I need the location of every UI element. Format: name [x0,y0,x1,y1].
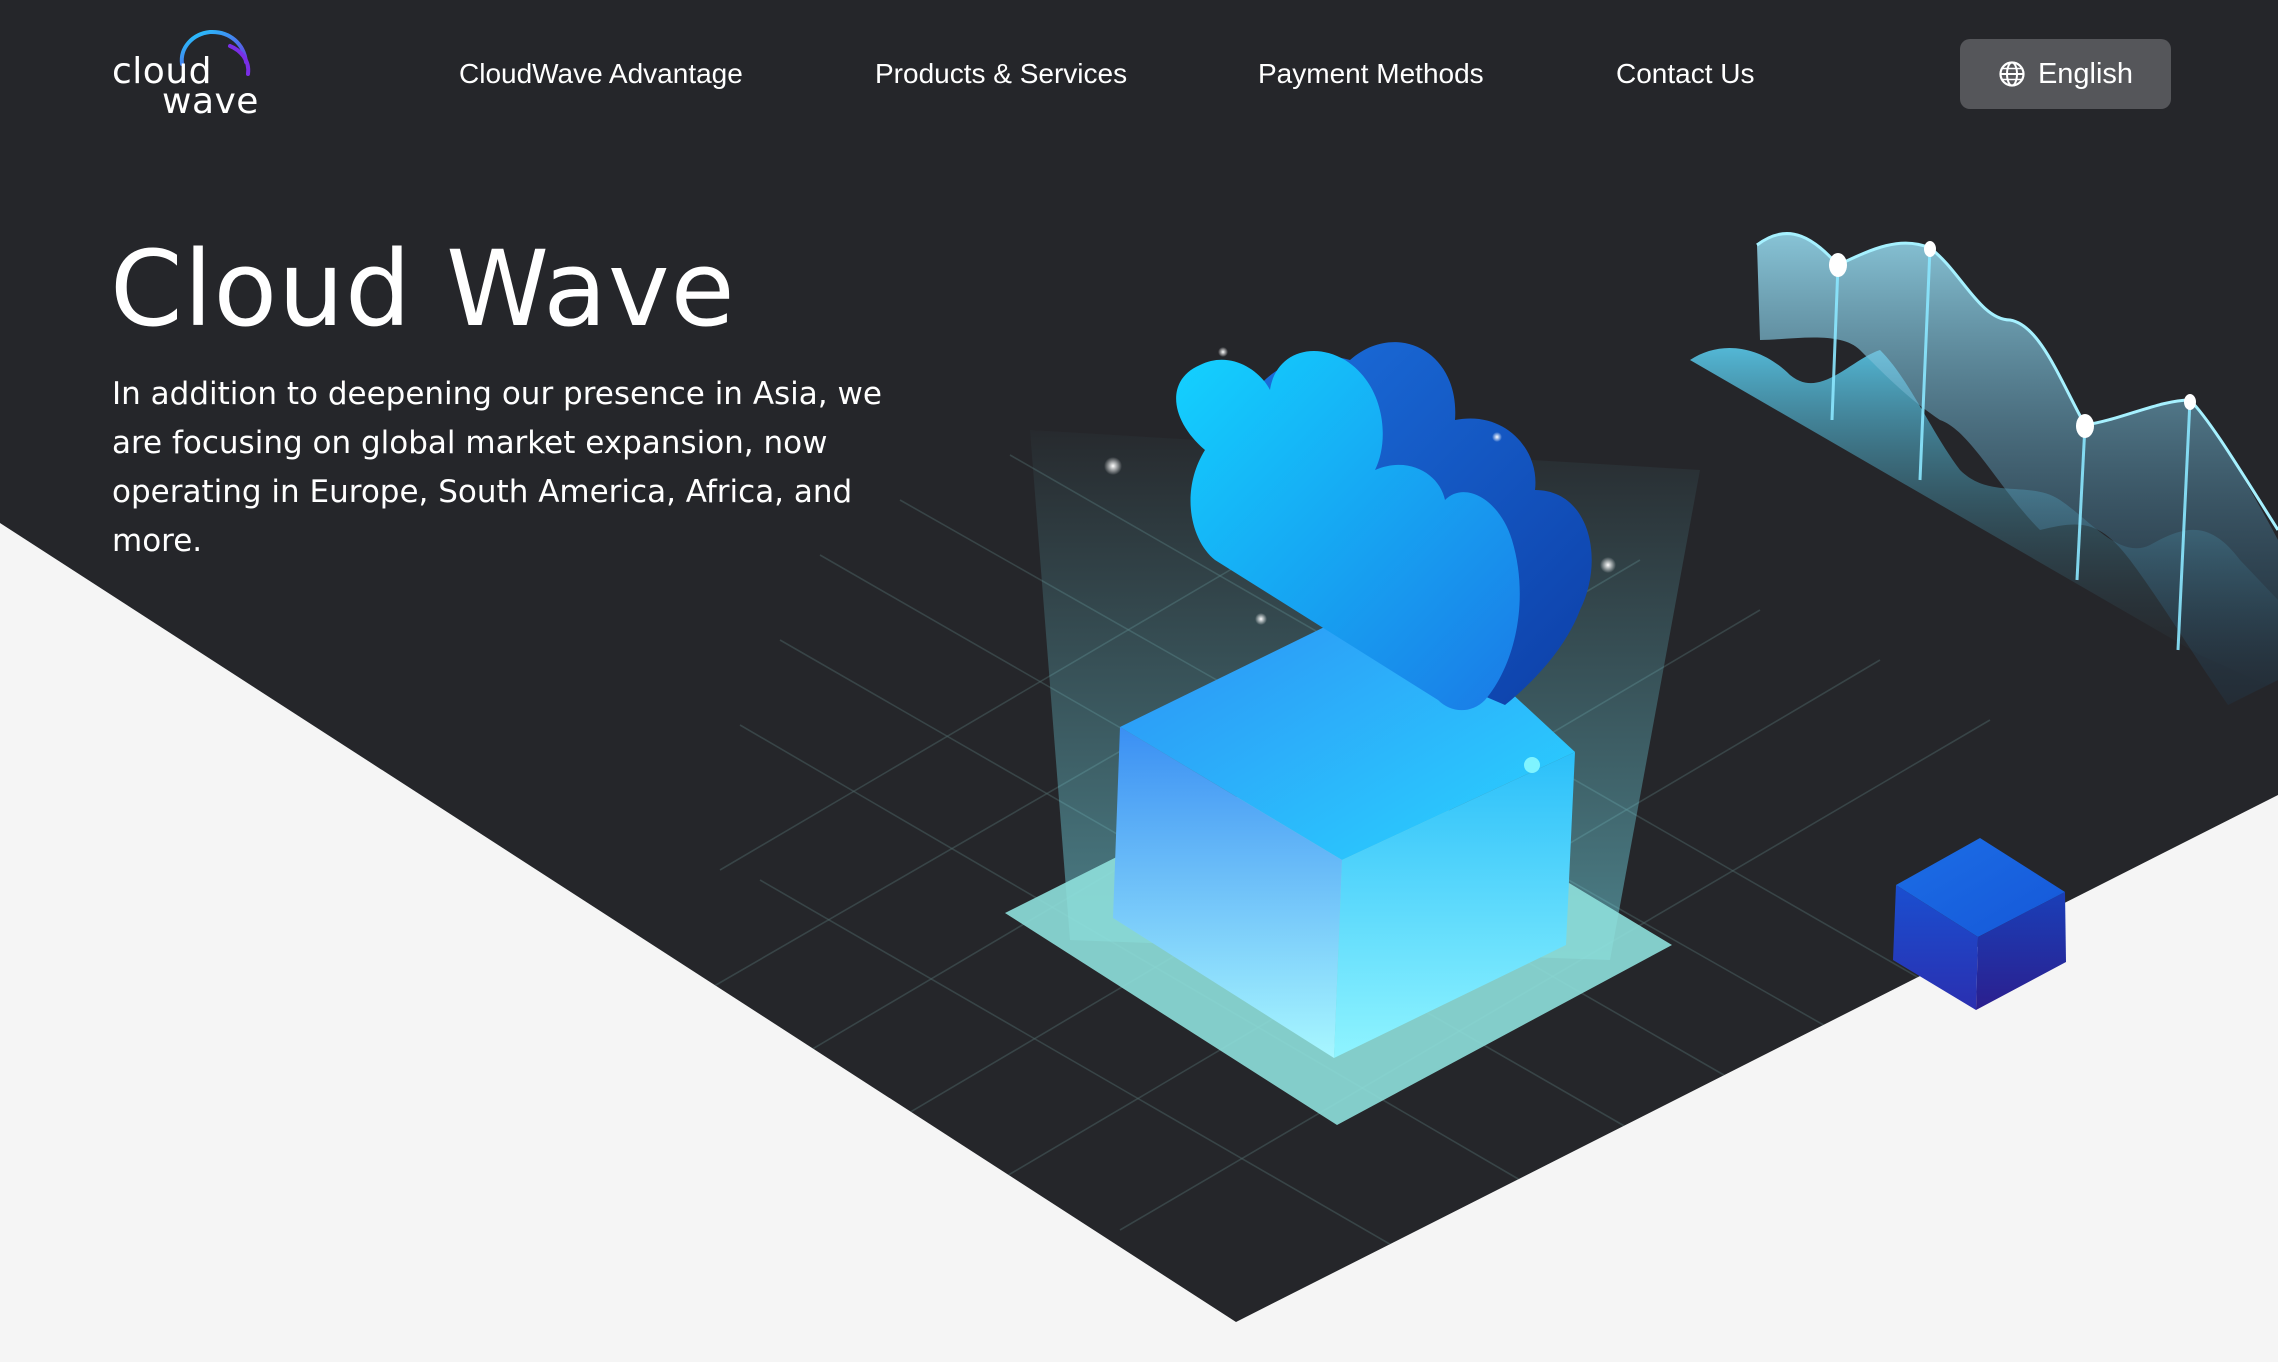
nav-payment-methods[interactable]: Payment Methods [1258,52,1484,96]
hero-description: In addition to deepening our presence in… [112,376,882,559]
language-selector-button[interactable]: English [1960,39,2171,109]
nav-products-services[interactable]: Products & Services [875,52,1127,96]
language-label: English [2037,57,2134,90]
nav-cloudwave-advantage[interactable]: CloudWave Advantage [459,52,743,96]
landing-page: cloud wave CloudWave Advantage Products … [0,0,2278,1362]
hero-illustration [0,0,2278,1322]
hero-title: Cloud Wave [110,228,736,350]
cloudwave-logo[interactable]: cloud wave [112,28,272,124]
globe-icon [1999,61,2025,87]
nav-contact-us[interactable]: Contact Us [1616,52,1755,96]
logo-wordmark-wave: wave [162,81,259,122]
